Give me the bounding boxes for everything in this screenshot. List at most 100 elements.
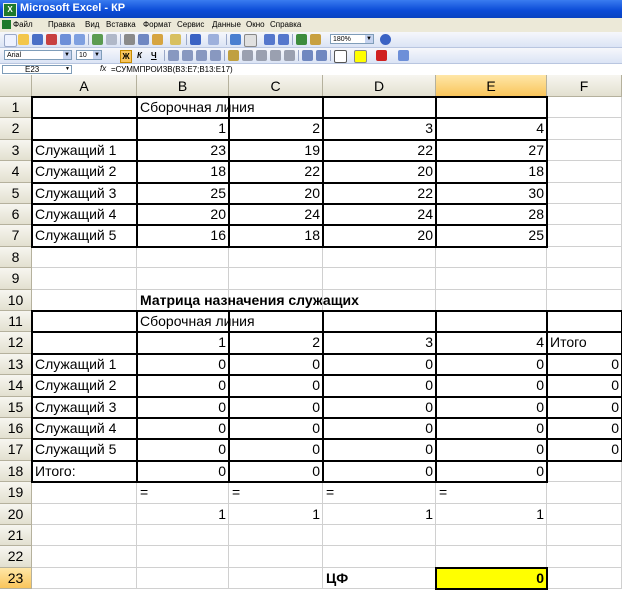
cell-d16[interactable]: 0 xyxy=(323,418,436,440)
row-header-4[interactable]: 4 xyxy=(0,161,32,183)
cell-d4[interactable]: 20 xyxy=(323,161,436,183)
cell-d10[interactable] xyxy=(323,289,436,311)
cell-c8[interactable] xyxy=(229,246,323,269)
cell-c23[interactable] xyxy=(229,567,323,590)
cell-e5[interactable]: 30 xyxy=(436,182,547,204)
align-right-icon[interactable] xyxy=(196,50,207,61)
cell-b20[interactable]: 1 xyxy=(137,503,229,525)
cell-f18[interactable] xyxy=(547,460,622,483)
cell-f5[interactable] xyxy=(547,182,622,204)
cell-c17[interactable]: 0 xyxy=(229,439,323,461)
name-box[interactable]: E23 ▼ xyxy=(2,65,72,74)
cell-e19[interactable]: = xyxy=(436,482,547,504)
menu-format[interactable]: Формат xyxy=(143,20,171,29)
cell-d14[interactable]: 0 xyxy=(323,375,436,397)
spelling-icon[interactable] xyxy=(92,34,103,45)
cell-f23[interactable] xyxy=(547,567,622,590)
cell-c10[interactable] xyxy=(229,289,323,311)
row-header-8[interactable]: 8 xyxy=(0,246,32,269)
cell-c11[interactable] xyxy=(229,311,323,333)
cell-e21[interactable] xyxy=(436,525,547,547)
workbook-icon[interactable] xyxy=(2,20,11,29)
paste-icon[interactable] xyxy=(152,34,163,45)
underline-button[interactable]: Ч xyxy=(151,50,157,61)
cell-c14[interactable]: 0 xyxy=(229,375,323,397)
menu-file[interactable]: Файл xyxy=(13,20,33,29)
cell-e23[interactable]: 0 xyxy=(436,567,547,590)
align-center-icon[interactable] xyxy=(182,50,193,61)
cell-b14[interactable]: 0 xyxy=(137,375,229,397)
cell-a20[interactable] xyxy=(32,503,137,525)
cell-c2[interactable]: 2 xyxy=(229,118,323,140)
cell-b9[interactable] xyxy=(137,268,229,290)
cell-e22[interactable] xyxy=(436,546,547,568)
insert-function-icon[interactable]: fx xyxy=(100,64,106,73)
chart-wizard-icon[interactable] xyxy=(296,34,307,45)
cut-icon[interactable] xyxy=(124,34,135,45)
menu-insert[interactable]: Вставка xyxy=(106,20,136,29)
menu-view[interactable]: Вид xyxy=(85,20,99,29)
cell-a16[interactable]: Служащий 4 xyxy=(32,418,137,440)
cell-a4[interactable]: Служащий 2 xyxy=(32,161,137,183)
cell-c21[interactable] xyxy=(229,525,323,547)
row-header-5[interactable]: 5 xyxy=(0,182,32,204)
zoom-select[interactable]: 180% ▼ xyxy=(330,34,374,44)
cell-a12[interactable] xyxy=(32,332,137,354)
fill-color-icon[interactable] xyxy=(354,50,367,63)
excel-app-icon[interactable]: X xyxy=(3,3,17,17)
cell-a22[interactable] xyxy=(32,546,137,568)
currency-icon[interactable] xyxy=(228,50,239,61)
row-header-15[interactable]: 15 xyxy=(0,396,32,418)
cell-f21[interactable] xyxy=(547,525,622,547)
undo-icon[interactable] xyxy=(190,34,201,45)
redo-icon[interactable] xyxy=(208,34,219,45)
cell-f12[interactable]: Итого xyxy=(547,332,622,354)
chevron-down-icon[interactable]: ▼ xyxy=(365,35,373,43)
cell-a21[interactable] xyxy=(32,525,137,547)
cell-e12[interactable]: 4 xyxy=(436,332,547,354)
cell-b15[interactable]: 0 xyxy=(137,396,229,418)
cell-c3[interactable]: 19 xyxy=(229,139,323,162)
cell-f2[interactable] xyxy=(547,118,622,140)
cell-a8[interactable] xyxy=(32,246,137,269)
cell-a23[interactable] xyxy=(32,567,137,590)
cell-d17[interactable]: 0 xyxy=(323,439,436,461)
chevron-down-icon[interactable]: ▼ xyxy=(93,51,101,59)
cell-f14[interactable]: 0 xyxy=(547,375,622,397)
row-header-12[interactable]: 12 xyxy=(0,332,32,354)
cell-f11[interactable] xyxy=(547,311,622,333)
row-header-20[interactable]: 20 xyxy=(0,503,32,525)
toolbar-options-icon[interactable] xyxy=(398,50,409,61)
menu-tools[interactable]: Сервис xyxy=(177,20,204,29)
cell-b12[interactable]: 1 xyxy=(137,332,229,354)
cell-e6[interactable]: 28 xyxy=(436,204,547,226)
cell-b4[interactable]: 18 xyxy=(137,161,229,183)
column-header-b[interactable]: B xyxy=(137,75,229,97)
cell-a1[interactable] xyxy=(32,97,137,119)
permission-icon[interactable] xyxy=(46,34,57,45)
column-header-a[interactable]: A xyxy=(32,75,137,97)
cell-a19[interactable] xyxy=(32,482,137,504)
research-icon[interactable] xyxy=(106,34,117,45)
cell-f4[interactable] xyxy=(547,161,622,183)
cell-f8[interactable] xyxy=(547,246,622,269)
worksheet-grid[interactable]: A B C D E F 1 Сборочная линия 2 1 2 3 4 3 Служащий 1 23… xyxy=(0,75,622,590)
help-icon[interactable] xyxy=(380,34,391,45)
autosum-icon[interactable] xyxy=(244,34,257,47)
chevron-down-icon[interactable]: ▼ xyxy=(64,66,71,73)
cell-b10[interactable]: Матрица назначения служащих xyxy=(137,289,359,311)
cell-a15[interactable]: Служащий 3 xyxy=(32,396,137,418)
print-preview-icon[interactable] xyxy=(74,34,85,45)
cell-a17[interactable]: Служащий 5 xyxy=(32,439,137,461)
row-header-1[interactable]: 1 xyxy=(0,97,32,119)
cell-c5[interactable]: 20 xyxy=(229,182,323,204)
cell-b1[interactable]: Сборочная линия xyxy=(137,97,255,119)
font-size-select[interactable]: 10 ▼ xyxy=(76,50,102,60)
cell-f20[interactable] xyxy=(547,503,622,525)
cell-d1[interactable] xyxy=(323,97,436,119)
menu-data[interactable]: Данные xyxy=(212,20,241,29)
cell-e14[interactable]: 0 xyxy=(436,375,547,397)
row-header-11[interactable]: 11 xyxy=(0,311,32,333)
cell-a2[interactable] xyxy=(32,118,137,140)
row-header-19[interactable]: 19 xyxy=(0,482,32,504)
